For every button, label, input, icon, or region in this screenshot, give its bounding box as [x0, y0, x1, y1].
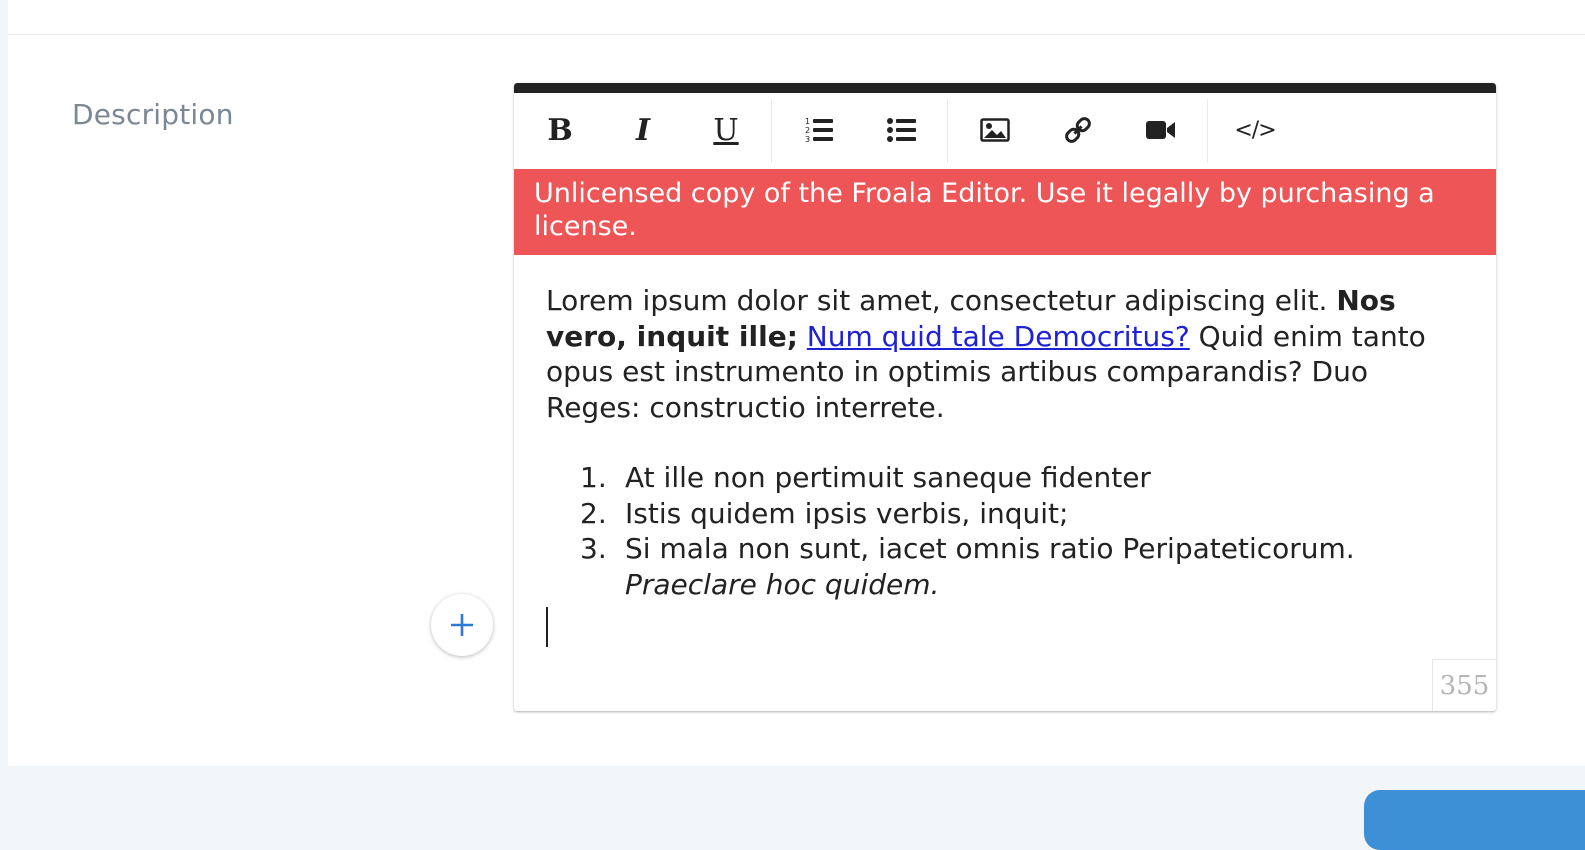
list-number: 2. [580, 496, 607, 530]
editor-paragraph: Lorem ipsum dolor sit amet, consectetur … [546, 283, 1436, 425]
bold-button[interactable]: B [530, 101, 590, 159]
list-item-text: At ille non pertimuit saneque fidenter [625, 461, 1151, 494]
editor-content[interactable]: Lorem ipsum dolor sit amet, consectetur … [546, 283, 1436, 602]
list-item: 2. Istis quidem ipsis verbis, inquit; [546, 496, 1436, 532]
insert-video-button[interactable] [1131, 101, 1191, 159]
unordered-list-button[interactable] [872, 101, 932, 159]
underline-button[interactable]: U [696, 101, 756, 159]
rich-text-editor[interactable]: B I U 1 2 3 </> Unlicensed copy of the F… [514, 83, 1496, 711]
text-cursor [546, 607, 548, 647]
list-number: 1. [580, 461, 607, 494]
link-icon [1065, 117, 1091, 143]
svg-text:3: 3 [805, 135, 810, 144]
toolbar-separator [771, 99, 772, 163]
content-link[interactable]: Num quid tale Democritus? [807, 320, 1190, 353]
list-item: 1. At ille non pertimuit saneque fidente… [546, 460, 1436, 496]
section-divider [8, 34, 1585, 35]
quick-insert-button[interactable] [431, 594, 493, 656]
bold-icon: B [547, 112, 573, 148]
ordered-list-icon: 1 2 3 [805, 117, 833, 144]
toolbar-separator [947, 99, 948, 163]
paragraph-text: Lorem ipsum dolor sit amet, consectetur … [546, 284, 1337, 317]
editor-toolbar: B I U 1 2 3 </> [514, 93, 1496, 169]
italic-text: Praeclare hoc quidem. [625, 567, 940, 601]
insert-image-button[interactable] [965, 101, 1025, 159]
license-warning-banner: Unlicensed copy of the Froala Editor. Us… [514, 169, 1496, 255]
ordered-list-button[interactable]: 1 2 3 [789, 101, 849, 159]
list-item: 3. Si mala non sunt, iacet omnis ratio P… [546, 531, 1436, 602]
ordered-list: 1. At ille non pertimuit saneque fidente… [546, 460, 1436, 602]
toolbar-separator [1207, 99, 1208, 163]
paragraph-text [798, 320, 807, 353]
submit-button[interactable] [1364, 790, 1585, 850]
svg-text:2: 2 [805, 126, 810, 135]
editor-top-border [514, 83, 1496, 93]
list-item-text: Si mala non sunt, iacet omnis ratio Peri… [625, 532, 1355, 565]
svg-text:1: 1 [805, 117, 810, 126]
unordered-list-icon [887, 118, 916, 142]
list-number: 3. [580, 532, 607, 565]
image-icon [980, 118, 1010, 142]
underline-icon: U [713, 112, 739, 148]
italic-button[interactable]: I [613, 101, 673, 159]
video-camera-icon [1146, 121, 1175, 139]
italic-icon: I [635, 112, 651, 148]
description-label: Description [72, 98, 234, 131]
insert-link-button[interactable] [1048, 101, 1108, 159]
code-view-button[interactable]: </> [1225, 101, 1285, 159]
char-counter: 355 [1432, 659, 1496, 711]
list-item-text: Istis quidem ipsis verbis, inquit; [625, 496, 1069, 530]
plus-icon [451, 614, 473, 636]
code-icon: </> [1234, 117, 1276, 143]
